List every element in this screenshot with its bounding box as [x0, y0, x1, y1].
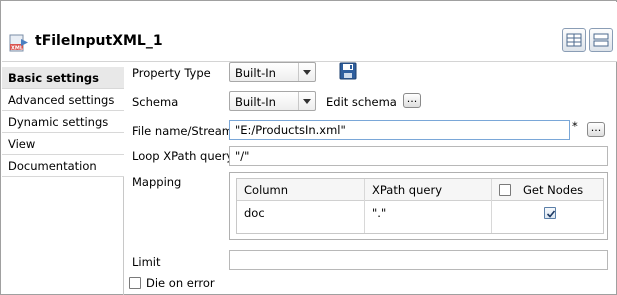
property-type-select[interactable]: Built-In [229, 62, 316, 82]
loop-xpath-input[interactable]: "/" [229, 146, 608, 166]
property-type-label: Property Type [132, 66, 211, 80]
table-view-button[interactable] [562, 28, 586, 52]
row-get-nodes-checkbox[interactable] [544, 207, 556, 219]
mapping-table-panel: Column XPath query Get Nodes doc "." [229, 172, 608, 240]
edit-schema-label: Edit schema [326, 95, 397, 109]
die-on-error-label: Die on error [146, 276, 215, 290]
die-on-error-checkbox[interactable] [129, 277, 141, 289]
component-header: XML tFileInputXML_1 [2, 2, 617, 62]
chevron-down-icon [298, 63, 315, 81]
schema-value: Built-In [235, 95, 276, 109]
table-row[interactable]: doc "." [237, 202, 603, 224]
checkmark-icon [546, 210, 556, 218]
schema-select[interactable]: Built-In [229, 91, 316, 111]
column-header-xpath[interactable]: XPath query [372, 183, 442, 197]
form-view-button[interactable] [589, 28, 613, 52]
chevron-down-icon [298, 92, 315, 110]
tab-basic-settings[interactable]: Basic settings [2, 67, 124, 89]
tab-advanced-settings[interactable]: Advanced settings [2, 89, 124, 111]
xml-file-component-icon: XML [9, 33, 29, 53]
modified-marker: * [572, 119, 578, 133]
tab-view[interactable]: View [2, 133, 124, 155]
limit-input[interactable] [229, 250, 608, 270]
property-type-value: Built-In [235, 66, 276, 80]
loop-xpath-label: Loop XPath query [132, 149, 234, 163]
tab-dynamic-settings[interactable]: Dynamic settings [2, 111, 124, 133]
row-column-value[interactable]: doc [244, 206, 265, 220]
mapping-table: Column XPath query Get Nodes doc "." [236, 178, 604, 234]
edit-schema-button[interactable]: ... [403, 93, 421, 108]
browse-file-button[interactable]: ... [587, 122, 605, 137]
mapping-label: Mapping [132, 175, 182, 189]
column-header-column[interactable]: Column [244, 183, 288, 197]
get-nodes-select-all-checkbox[interactable] [499, 184, 511, 196]
mapping-table-header: Column XPath query Get Nodes [237, 179, 603, 201]
save-button[interactable] [339, 62, 357, 80]
form-view-icon [593, 33, 609, 47]
settings-tab-list: Basic settings Advanced settings Dynamic… [2, 67, 124, 295]
file-name-input[interactable]: "E:/ProductsIn.xml" [229, 120, 570, 140]
component-title: tFileInputXML_1 [35, 33, 163, 49]
row-xpath-value[interactable]: "." [372, 206, 386, 220]
tab-documentation[interactable]: Documentation [2, 155, 124, 177]
file-name-label: File name/Stream [132, 124, 233, 138]
floppy-disk-icon [339, 62, 357, 80]
table-view-icon [566, 33, 582, 47]
limit-label: Limit [132, 255, 161, 269]
svg-text:XML: XML [11, 46, 24, 52]
component-settings-panel: XML tFileInputXML_1 Basic settings Advan… [0, 0, 617, 295]
schema-label: Schema [132, 95, 179, 109]
column-header-get-nodes[interactable]: Get Nodes [523, 183, 583, 197]
